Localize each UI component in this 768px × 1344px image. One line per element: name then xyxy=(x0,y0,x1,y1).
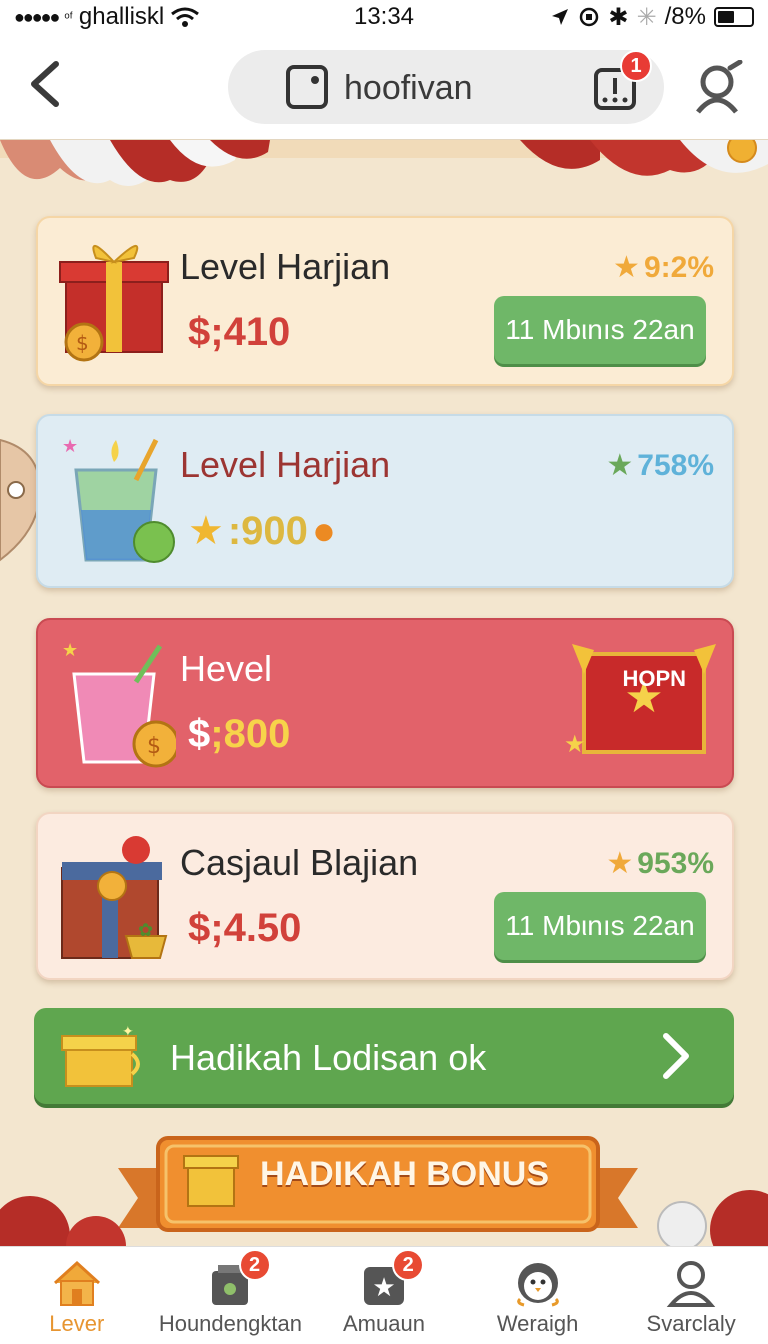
promo-bar[interactable]: ✦ Hadikah Lodisan ok xyxy=(34,1008,734,1104)
drink-glass-icon: ★ xyxy=(62,436,175,563)
profile-button[interactable] xyxy=(690,60,746,116)
status-bar: ●●●●● ᵒᶠ ghalliskl 13:34 ✱ ✳ /8% xyxy=(0,0,768,34)
tab-badge: 2 xyxy=(392,1249,425,1281)
card-action-button[interactable]: 11 Mbιnıs 22an xyxy=(494,296,706,364)
location-arrow-icon xyxy=(552,9,569,25)
card-rating: ★ 953% xyxy=(606,846,714,881)
tab-label: Houndengktan xyxy=(158,1311,302,1336)
brightness-icon: ✳ xyxy=(636,3,657,31)
battery-percent: /8% xyxy=(664,3,706,30)
tab-label: Svarclaly xyxy=(646,1311,736,1336)
level-card-4[interactable]: ✿ Casjaul Blajian $;4.50 ★ 953% 11 Mbιnı… xyxy=(36,812,734,980)
star-icon: ★ xyxy=(613,251,640,284)
orange-fruit-icon: ● xyxy=(311,508,337,553)
card-price: $;4.50 xyxy=(188,906,302,950)
penguin-icon xyxy=(516,1263,559,1307)
svg-text:$: $ xyxy=(147,734,161,759)
lock-rotation-icon xyxy=(580,7,599,27)
card-rating: ★ 9:2% xyxy=(613,250,714,285)
tab-label: Weraigh xyxy=(496,1311,579,1336)
card-rating: ★ 758% xyxy=(606,448,714,483)
pink-drink-icon: $ ★ xyxy=(62,640,176,768)
title-pill[interactable]: hoofivan 1 xyxy=(228,50,664,124)
device-icon xyxy=(286,65,328,109)
wifi-icon xyxy=(171,7,200,27)
battery-icon xyxy=(714,7,754,27)
star-icon: ★ xyxy=(188,509,224,553)
awning-decoration xyxy=(0,140,768,187)
hopn-banner[interactable]: ★ ★ xyxy=(564,634,724,774)
tab-badge: 2 xyxy=(238,1249,271,1281)
svg-text:★: ★ xyxy=(372,1273,395,1303)
svg-text:✿: ✿ xyxy=(138,920,153,941)
tab-label: Lever xyxy=(49,1311,105,1336)
svg-text:$: $ xyxy=(76,331,89,355)
card-rating-value: 758% xyxy=(637,448,714,482)
card-price: $;410 xyxy=(188,310,291,354)
nav-title: hoofivan xyxy=(344,69,473,107)
promo-label: Hadikah Lodisan ok xyxy=(170,1037,487,1078)
tab-bar: Lever 2 Houndengktan ★ 2 Amuaun Weraigh xyxy=(0,1246,768,1344)
tab-houndengktan[interactable]: 2 Houndengktan xyxy=(154,1247,308,1344)
card-rating-value: 9:2% xyxy=(643,250,714,284)
status-time: 13:34 xyxy=(353,3,415,30)
status-left: ●●●●● ᵒᶠ ghalliskl xyxy=(14,3,314,31)
bonus-label: HADIKAH BONUS xyxy=(260,1155,549,1193)
level-card-3[interactable]: $ ★ Hevel $;800 ★ ★ HOPN xyxy=(36,618,734,788)
bottom-left-decoration xyxy=(0,1196,126,1246)
svg-text:★: ★ xyxy=(62,436,78,457)
card-title: Hevel xyxy=(180,648,273,689)
tab-lever[interactable]: Lever xyxy=(0,1247,154,1344)
chevron-right-icon xyxy=(663,1033,689,1079)
signal-dots-icon: ●●●●● xyxy=(14,6,60,27)
card-price: $;800 xyxy=(188,712,290,757)
card-rating-value: 953% xyxy=(637,846,714,880)
user-icon xyxy=(666,1261,716,1307)
carrier-prefix: ᵒᶠ xyxy=(64,9,73,25)
tab-weraigh[interactable]: Weraigh xyxy=(461,1247,615,1344)
card-price-symbol: $ xyxy=(188,712,211,756)
card-price-value: :900 xyxy=(227,508,308,553)
bluetooth-icon: ✱ xyxy=(608,3,629,31)
level-card-2[interactable]: ★ Level Harjian ★ :900 ● ★ 758% xyxy=(36,414,734,588)
tab-amuaun[interactable]: ★ 2 Amuaun xyxy=(307,1247,461,1344)
present-box-icon: ✿ xyxy=(61,836,168,959)
gift-icon: ✦ xyxy=(61,1024,140,1087)
bottom-right-decoration xyxy=(657,1190,768,1246)
star-icon: ★ xyxy=(606,847,634,880)
svg-text:✦: ✦ xyxy=(122,1024,134,1040)
home-icon xyxy=(53,1260,100,1306)
carrier-name: ghalliskl xyxy=(78,3,165,30)
banner-text: HOPN xyxy=(622,666,686,691)
svg-text:★: ★ xyxy=(62,640,78,661)
back-button[interactable] xyxy=(22,58,66,110)
gift-box-icon: $ xyxy=(59,245,169,362)
card-title: Level Harjian xyxy=(180,246,391,287)
card-price: ★ :900 ● xyxy=(188,508,336,554)
card-title: Casjaul Blajian xyxy=(180,842,419,883)
notification-badge: 1 xyxy=(620,50,652,82)
tab-svarclaly[interactable]: Svarclaly xyxy=(614,1247,768,1344)
star-icon: ★ xyxy=(606,449,634,482)
card-price-value: ;800 xyxy=(210,712,291,756)
card-title: Level Harjian xyxy=(180,444,391,485)
status-right: ✱ ✳ /8% xyxy=(454,3,754,32)
tab-label: Amuaun xyxy=(343,1311,425,1336)
nav-bar: hoofivan 1 xyxy=(0,34,768,140)
level-card-1[interactable]: $ Level Harjian $;410 ★ 9:2% 11 Mbιnıs 2… xyxy=(36,216,734,386)
svg-text:★: ★ xyxy=(564,730,586,758)
card-action-button[interactable]: 11 Mbιnıs 22an xyxy=(494,892,706,960)
